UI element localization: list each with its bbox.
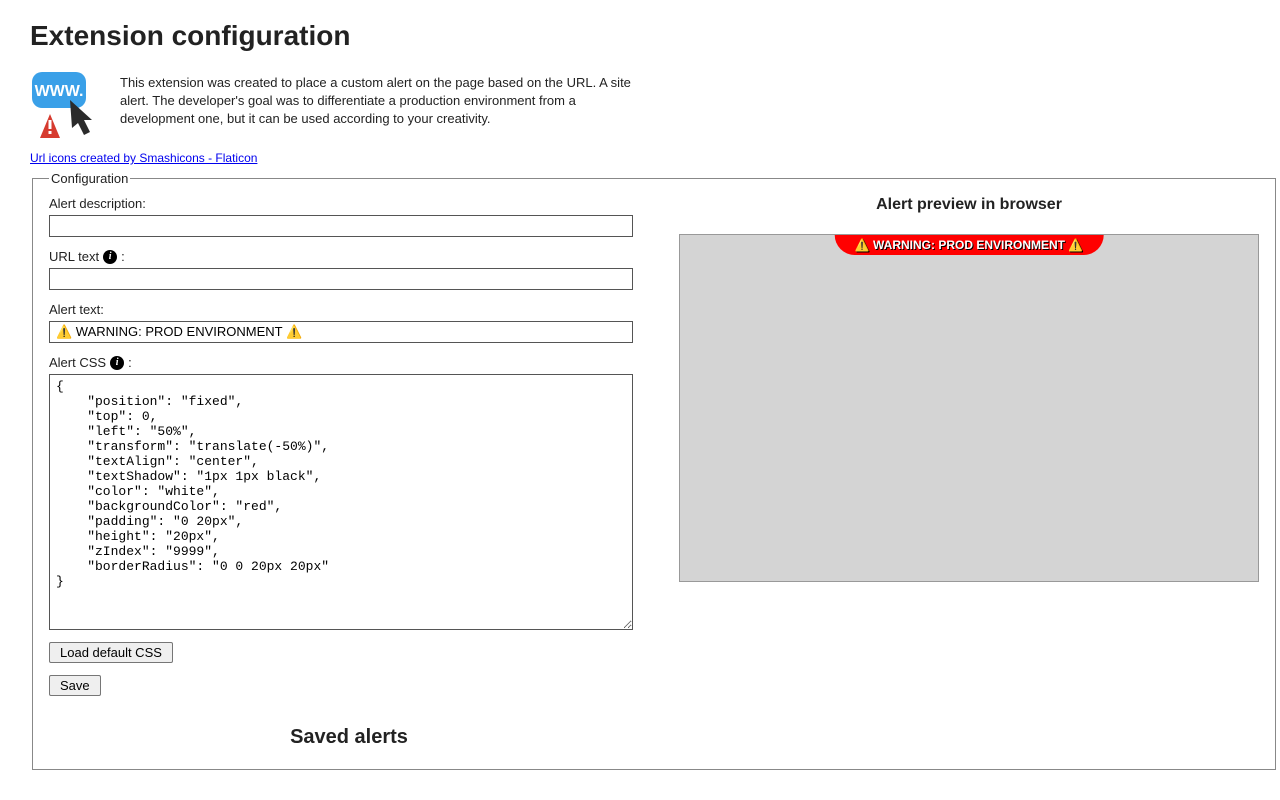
label-url-text: URL text i: (49, 249, 649, 264)
field-description: Alert description: (49, 196, 649, 237)
svg-text:WWW.: WWW. (35, 83, 84, 100)
intro-section: WWW. This extension was created to place… (30, 70, 1250, 142)
label-colon: : (128, 355, 132, 370)
attribution-link[interactable]: Url icons created by Smashicons - Flatic… (30, 151, 257, 165)
load-default-css-button[interactable]: Load default CSS (49, 642, 173, 663)
label-description: Alert description: (49, 196, 649, 211)
alert-banner: ⚠️ WARNING: PROD ENVIRONMENT ⚠️ (835, 235, 1104, 255)
label-alert-text: Alert text: (49, 302, 649, 317)
info-icon[interactable]: i (110, 356, 124, 370)
browser-preview: ⚠️ WARNING: PROD ENVIRONMENT ⚠️ (679, 234, 1259, 582)
configuration-fieldset: Configuration Alert description: URL tex… (32, 171, 1276, 770)
extension-logo: WWW. (30, 70, 102, 142)
page-title: Extension configuration (30, 20, 1250, 52)
textarea-alert-css[interactable] (49, 374, 633, 630)
label-alert-css: Alert CSS i: (49, 355, 649, 370)
input-alert-text[interactable] (49, 321, 633, 343)
label-url-text-text: URL text (49, 249, 99, 264)
input-url-text[interactable] (49, 268, 633, 290)
field-alert-text: Alert text: (49, 302, 649, 343)
www-alert-icon: WWW. (30, 70, 102, 142)
info-icon[interactable]: i (103, 250, 117, 264)
saved-alerts-heading: Saved alerts (49, 726, 649, 749)
intro-text: This extension was created to place a cu… (120, 70, 640, 142)
input-description[interactable] (49, 215, 633, 237)
preview-title: Alert preview in browser (876, 196, 1062, 214)
fieldset-legend: Configuration (49, 171, 130, 186)
label-alert-css-text: Alert CSS (49, 355, 106, 370)
field-url-text: URL text i: (49, 249, 649, 290)
save-button[interactable]: Save (49, 675, 101, 696)
field-alert-css: Alert CSS i: (49, 355, 649, 630)
label-colon: : (121, 249, 125, 264)
